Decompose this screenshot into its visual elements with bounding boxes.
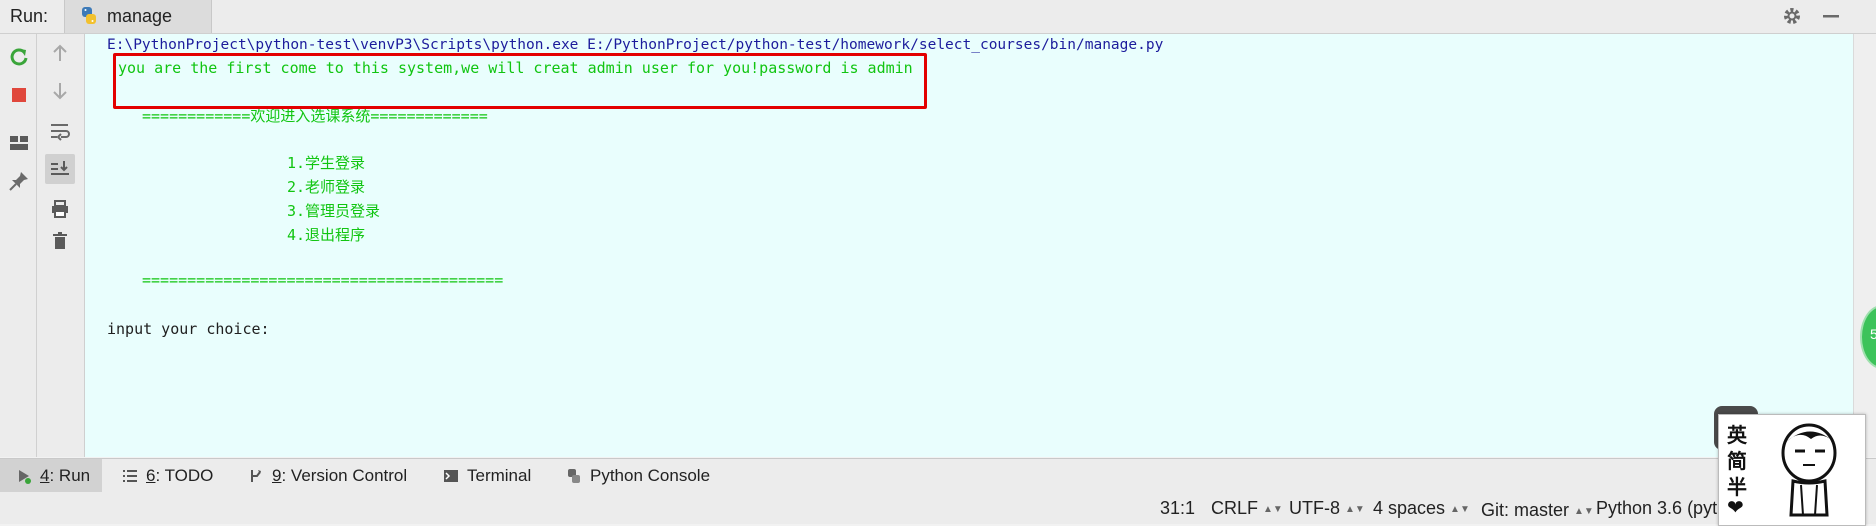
chevron-updown-icon: ▲▼ — [1574, 506, 1594, 517]
sticker-overlay: 英 简 半 ❤ — [1718, 414, 1866, 526]
tool-window-run-key: 4 — [40, 465, 50, 485]
tool-window-vcs[interactable]: 9: Version Control — [248, 459, 407, 492]
tool-window-todo-key: 6 — [146, 465, 156, 485]
tool-window-terminal[interactable]: Terminal — [443, 459, 531, 492]
arrow-up-icon[interactable] — [45, 38, 75, 68]
sticker-heart: ❤ — [1727, 495, 1744, 519]
input-prompt: input your choice: — [107, 320, 270, 338]
run-tab-manage[interactable]: manage — [64, 0, 212, 33]
gear-icon[interactable] — [1781, 5, 1803, 27]
tool-window-python-console-label: Python Console — [590, 465, 711, 485]
menu-item-2: 2.老师登录 — [287, 178, 366, 196]
tool-window-vcs-label: : Version Control — [281, 465, 408, 485]
sticker-char-1: 英 — [1727, 423, 1747, 447]
tool-window-run-label: : Run — [49, 465, 91, 485]
run-tab-label: manage — [107, 6, 173, 26]
stop-icon[interactable] — [4, 80, 34, 110]
command-line: E:\PythonProject\python-test\venvP3\Scri… — [107, 37, 1164, 53]
tool-window-terminal-label: Terminal — [467, 465, 532, 485]
terminal-icon — [443, 468, 459, 484]
status-bar: 31:1 CRLF ▲▼ UTF-8 ▲▼ 4 spaces ▲▼ Git: mast… — [0, 492, 1876, 524]
menu-item-1: 1.学生登录 — [287, 154, 366, 172]
highlight-box — [113, 53, 927, 109]
python-icon — [82, 7, 96, 24]
soft-wrap-icon[interactable] — [45, 116, 75, 146]
tool-window-vcs-key: 9 — [272, 465, 282, 485]
cartoon-face-icon — [1781, 423, 1837, 517]
todo-list-icon — [122, 468, 138, 484]
run-play-icon — [16, 468, 32, 484]
chevron-updown-icon: ▲▼ — [1450, 504, 1470, 515]
tool-window-run[interactable]: 4: Run — [0, 459, 102, 492]
run-header: Run: manage — [0, 0, 1876, 34]
trash-icon[interactable] — [45, 226, 75, 256]
layout-icon[interactable] — [4, 128, 34, 158]
badge-count: 5 — [1870, 326, 1876, 342]
menu-item-3: 3.管理员登录 — [287, 202, 381, 220]
rerun-icon[interactable] — [4, 42, 34, 72]
cursor-position[interactable]: 31:1 — [1160, 498, 1195, 519]
tool-window-bar: 4: Run 6: TODO 9: Version Control Termin… — [0, 458, 1876, 493]
menu-item-4: 4.退出程序 — [287, 226, 366, 244]
chevron-updown-icon: ▲▼ — [1263, 504, 1283, 515]
indent-setting-value: 4 spaces — [1373, 498, 1446, 518]
tool-window-python-console[interactable]: Python Console — [566, 459, 710, 492]
tool-window-todo[interactable]: 6: TODO — [122, 459, 213, 492]
console-actions-toolbar — [37, 34, 85, 457]
tool-window-todo-label: : TODO — [155, 465, 214, 485]
file-encoding[interactable]: UTF-8 ▲▼ — [1289, 498, 1365, 519]
run-label: Run: — [10, 6, 49, 26]
minimize-icon[interactable] — [1820, 5, 1842, 27]
banner-bottom: ======================================== — [142, 271, 504, 289]
vcs-branch-icon — [248, 468, 264, 484]
sticker-char-2: 简 — [1727, 449, 1747, 473]
pin-icon[interactable] — [4, 166, 34, 196]
line-separator-value: CRLF — [1211, 498, 1259, 518]
chevron-updown-icon: ▲▼ — [1345, 504, 1365, 515]
scroll-to-end-icon[interactable] — [45, 154, 75, 184]
git-branch-value: Git: master — [1481, 500, 1570, 520]
vertical-scrollbar[interactable] — [1853, 34, 1876, 457]
run-actions-toolbar — [0, 34, 37, 457]
python-interpreter[interactable]: Python 3.6 (pyth — [1596, 498, 1727, 519]
python-console-icon — [566, 468, 582, 484]
arrow-down-icon[interactable] — [45, 76, 75, 106]
git-branch[interactable]: Git: master ▲▼ — [1481, 500, 1594, 521]
file-encoding-value: UTF-8 — [1289, 498, 1340, 518]
print-icon[interactable] — [45, 194, 75, 224]
line-separator[interactable]: CRLF ▲▼ — [1211, 498, 1283, 519]
indent-setting[interactable]: 4 spaces ▲▼ — [1373, 498, 1470, 519]
